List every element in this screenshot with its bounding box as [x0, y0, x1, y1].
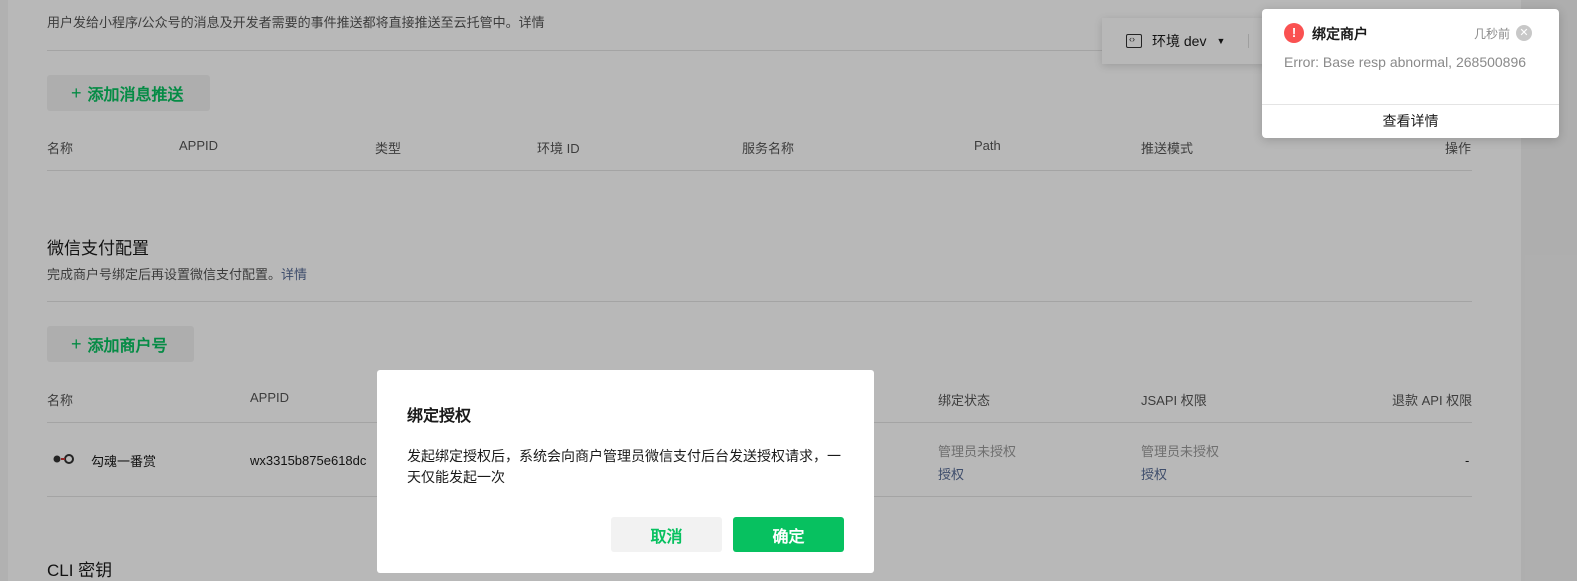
view-details-button[interactable]: 查看详情 [1262, 104, 1559, 138]
confirm-button[interactable]: 确定 [733, 517, 844, 552]
toast-title: 绑定商户 [1312, 26, 1368, 42]
cancel-button[interactable]: 取消 [611, 517, 722, 552]
error-toast: ! 绑定商户 几秒前 ✕ Error: Base resp abnormal, … [1262, 9, 1559, 138]
error-icon: ! [1284, 23, 1304, 43]
dialog-body: 发起绑定授权后，系统会向商户管理员微信支付后台发送授权请求，一天仅能发起一次 [407, 448, 841, 485]
toast-message: Error: Base resp abnormal, 268500896 [1284, 54, 1527, 70]
bind-auth-dialog: 绑定授权 发起绑定授权后，系统会向商户管理员微信支付后台发送授权请求，一天仅能发… [377, 370, 874, 573]
toast-time: 几秒前 [1474, 27, 1511, 41]
close-icon[interactable]: ✕ [1516, 25, 1532, 41]
dialog-title: 绑定授权 [407, 408, 472, 425]
